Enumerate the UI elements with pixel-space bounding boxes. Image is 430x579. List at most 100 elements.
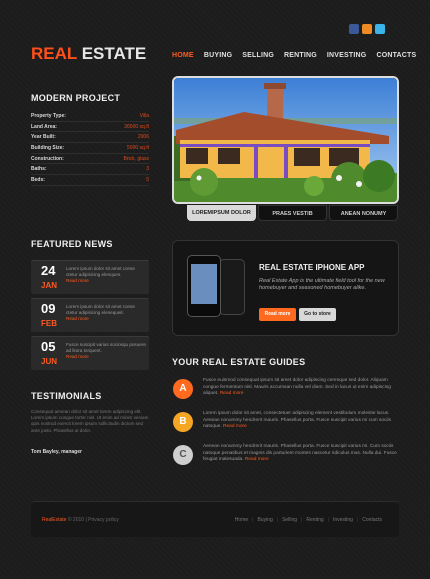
nav-renting[interactable]: RENTING bbox=[284, 52, 317, 59]
property-key: Building Size: bbox=[31, 145, 65, 152]
footer-separator: | bbox=[356, 517, 359, 523]
property-row: Land Area: 26000 sq.ft bbox=[31, 122, 149, 133]
guide-letter-badge: C bbox=[173, 445, 193, 465]
nav-buying[interactable]: BUYING bbox=[204, 52, 232, 59]
tab-anean-nonumy[interactable]: ANEAN NONUMY bbox=[329, 205, 398, 221]
property-key: Land Area: bbox=[31, 123, 57, 130]
news-item[interactable]: 24 JAN Lorem ipsum dolor sit amet conse … bbox=[31, 260, 149, 294]
guide-item: C Aenean nonummy hendrerit mauris. Phase… bbox=[172, 443, 399, 471]
footer-nav: Home | Buying | Selling | Renting | Investin… bbox=[235, 517, 382, 523]
footer-link-buying[interactable]: Buying bbox=[257, 517, 272, 523]
testimonials-title: TESTIMONIALS bbox=[31, 391, 102, 401]
footer-brand[interactable]: RealEstate bbox=[42, 517, 66, 523]
footer-separator: | bbox=[327, 517, 329, 523]
property-row: Property Type: Villa bbox=[31, 111, 149, 122]
property-key: Year Built: bbox=[31, 134, 56, 141]
property-row: Baths: 3 bbox=[31, 164, 149, 176]
property-row: Building Size: 5000 sq.ft bbox=[31, 143, 149, 154]
news-read-more-link[interactable]: Read more bbox=[66, 354, 89, 359]
guide-text: Lorem ipsum dolor sit amet, consectetuer… bbox=[203, 411, 399, 431]
guide-letter-badge: A bbox=[173, 379, 193, 399]
news-month: JUN bbox=[41, 357, 58, 366]
news-item[interactable]: 09 FEB Lorem ipsum dolor sit amet conse … bbox=[31, 298, 149, 332]
footer-link-renting[interactable]: Renting bbox=[306, 517, 323, 523]
nav-selling[interactable]: SELLING bbox=[242, 52, 274, 59]
footer-copyright: RealEstate © 2010 | Privacy policy bbox=[42, 517, 119, 523]
guide-item: A Fusce euismod consequat ipsum sit amet… bbox=[172, 377, 399, 405]
guide-text: Aenean nonummy hendrerit mauris. Phasell… bbox=[203, 444, 399, 464]
footer-link-selling[interactable]: Selling bbox=[282, 517, 297, 523]
news-text: Lorem ipsum dolor sit amet conse ctetur … bbox=[66, 304, 146, 322]
nav-contacts[interactable]: CONTACTS bbox=[376, 52, 416, 59]
iphone-screen bbox=[191, 264, 217, 304]
news-day: 09 bbox=[41, 301, 56, 316]
property-key: Baths: bbox=[31, 166, 47, 173]
facebook-icon[interactable] bbox=[349, 24, 359, 34]
property-value: 26000 sq.ft bbox=[124, 123, 149, 130]
guides-title: YOUR REAL ESTATE GUIDES bbox=[172, 357, 306, 367]
modern-project-table: Property Type: Villa Land Area: 26000 sq.f… bbox=[31, 111, 149, 186]
property-key: Property Type: bbox=[31, 113, 66, 119]
featured-news-title: FEATURED NEWS bbox=[31, 239, 113, 249]
footer-separator: | bbox=[276, 517, 279, 523]
testimonial-quote: Consequat aenean dolor sit amet lorem ad… bbox=[31, 409, 149, 433]
news-read-more-link[interactable]: Read more bbox=[66, 316, 89, 321]
logo-part-real: REAL bbox=[31, 44, 77, 63]
footer-link-home[interactable]: Home bbox=[235, 517, 248, 523]
footer-copy-text: © 2010 | Privacy policy bbox=[67, 517, 119, 523]
property-row: Beds: 5 bbox=[31, 175, 149, 186]
testimonial-author: Tom Bayley, manager bbox=[31, 449, 82, 455]
guide-item: B Lorem ipsum dolor sit amet, consectetu… bbox=[172, 410, 399, 438]
news-read-more-link[interactable]: Read more bbox=[66, 278, 89, 283]
app-title: REAL ESTATE IPHONE APP bbox=[259, 263, 365, 272]
social-links bbox=[349, 24, 385, 34]
footer-link-contacts[interactable]: Contacts bbox=[362, 517, 382, 523]
read-more-button[interactable]: Read more bbox=[259, 308, 296, 321]
guide-read-more-link[interactable]: Read more bbox=[223, 424, 247, 429]
footer: RealEstate © 2010 | Privacy policy Home |… bbox=[31, 501, 399, 537]
news-day: 24 bbox=[41, 263, 56, 278]
main-nav: HOME BUYING SELLING RENTING INVESTING CO… bbox=[172, 52, 416, 59]
iphone-app-panel: REAL ESTATE IPHONE APP Real Estate App i… bbox=[172, 240, 399, 336]
property-row: Construction: Brick, glass bbox=[31, 154, 149, 165]
iphone-side-image bbox=[219, 259, 245, 315]
news-item[interactable]: 05 JUN Fusce suscipit varius sociosqu po… bbox=[31, 336, 149, 370]
news-text-body: Fusce suscipit varius sociosqu posuere a… bbox=[66, 342, 146, 353]
logo[interactable]: REAL ESTATE bbox=[31, 44, 146, 64]
twitter-icon[interactable] bbox=[375, 24, 385, 34]
news-month: JAN bbox=[41, 281, 58, 290]
footer-separator: | bbox=[252, 517, 254, 523]
guide-letter-badge: B bbox=[173, 412, 193, 432]
app-description: Real Estate App is the ultimate field to… bbox=[259, 278, 385, 291]
tab-praes-vestib[interactable]: PRAES VESTIB bbox=[258, 205, 327, 221]
property-row: Year Built: 2006 bbox=[31, 132, 149, 144]
guide-text: Fusce euismod consequat ipsum sit amet d… bbox=[203, 378, 399, 398]
news-text: Lorem ipsum dolor sit amet conse ctetur … bbox=[66, 266, 146, 284]
news-day: 05 bbox=[41, 339, 56, 354]
property-value: 5000 sq.ft bbox=[127, 145, 149, 152]
property-value: Villa bbox=[139, 113, 149, 119]
news-text-body: Lorem ipsum dolor sit amet conse ctetur … bbox=[66, 266, 135, 277]
hero-house-image bbox=[172, 76, 399, 204]
property-key: Beds: bbox=[31, 177, 45, 184]
footer-link-investing[interactable]: Investing bbox=[333, 517, 353, 523]
property-value: 2006 bbox=[137, 134, 149, 141]
property-value: 3 bbox=[146, 166, 149, 173]
guide-read-more-link[interactable]: Read more bbox=[245, 457, 269, 462]
modern-project-title: MODERN PROJECT bbox=[31, 93, 121, 103]
nav-home[interactable]: HOME bbox=[172, 52, 194, 59]
tab-loremipsum-dolor[interactable]: LOREMIPSUM DOLOR bbox=[187, 205, 256, 221]
property-key: Construction: bbox=[31, 155, 64, 162]
property-value: Brick, glass bbox=[123, 155, 149, 162]
nav-investing[interactable]: INVESTING bbox=[327, 52, 367, 59]
news-text: Fusce suscipit varius sociosqu posuere a… bbox=[66, 342, 146, 360]
property-value: 5 bbox=[146, 177, 149, 184]
hero-tabs: LOREMIPSUM DOLOR PRAES VESTIB ANEAN NONU… bbox=[187, 205, 398, 221]
rss-icon[interactable] bbox=[362, 24, 372, 34]
news-text-body: Lorem ipsum dolor sit amet conse ctetur … bbox=[66, 304, 135, 315]
guide-text-body: Aenean nonummy hendrerit mauris. Phasell… bbox=[203, 444, 397, 462]
news-month: FEB bbox=[41, 319, 57, 328]
go-to-store-button[interactable]: Go to store bbox=[299, 308, 336, 321]
guide-read-more-link[interactable]: Read more bbox=[220, 391, 244, 396]
iphone-image bbox=[187, 255, 221, 317]
